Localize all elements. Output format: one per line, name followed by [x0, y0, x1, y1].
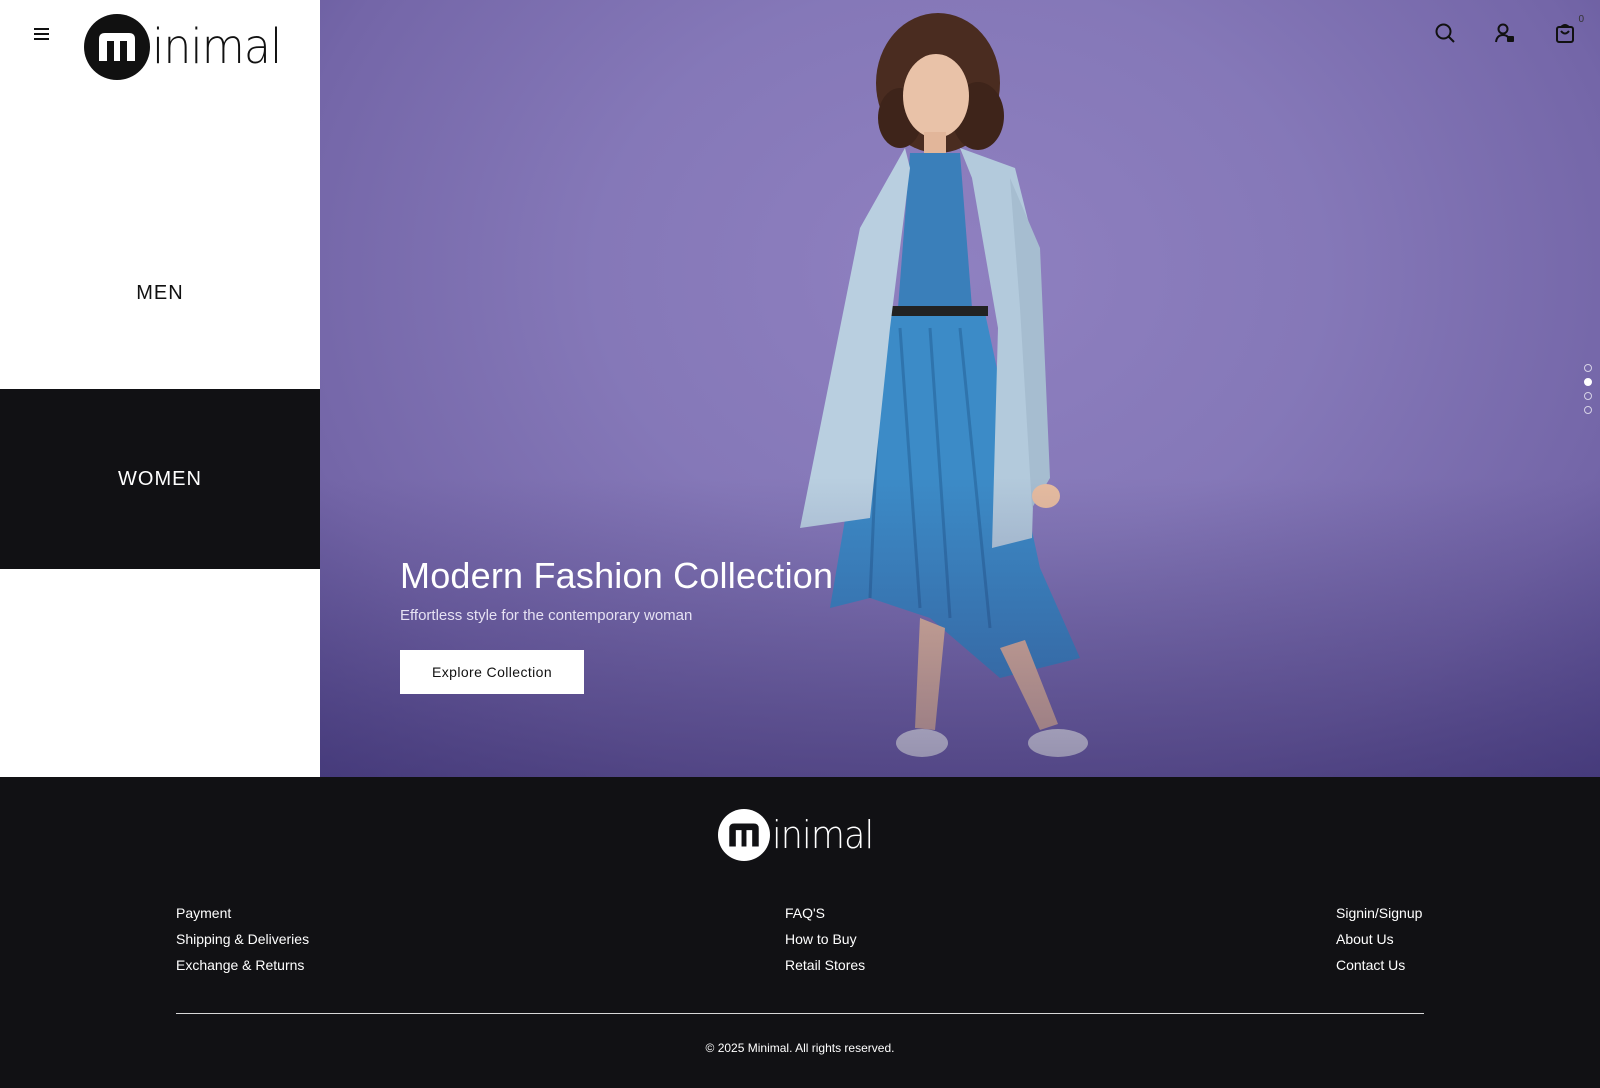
category-women[interactable]: WOMEN — [0, 389, 320, 569]
slider-dot[interactable] — [1584, 364, 1592, 372]
cart-count-badge: 0 — [1578, 14, 1584, 25]
footer-column-2: FAQ'S How to Buy Retail Stores — [785, 905, 865, 983]
footer-link-how-to-buy[interactable]: How to Buy — [785, 931, 865, 947]
hero-subtitle: Effortless style for the contemporary wo… — [400, 607, 693, 624]
footer-link-faqs[interactable]: FAQ'S — [785, 905, 865, 921]
cart-icon[interactable]: 0 — [1554, 14, 1584, 44]
footer-divider — [176, 1013, 1424, 1014]
footer-link-signin[interactable]: Signin/Signup — [1336, 905, 1422, 921]
logo-word: inimal — [152, 19, 282, 75]
logo-m-glyph — [99, 33, 135, 61]
category-men-label: MEN — [136, 281, 184, 304]
slider-dot-active[interactable] — [1584, 378, 1592, 386]
hero-banner: 0 Modern Fashion Collection Effortless s… — [320, 0, 1600, 777]
category-men[interactable]: MEN — [0, 198, 320, 388]
copyright-text: © 2025 Minimal. All rights reserved. — [705, 1041, 895, 1055]
footer-column-1: Payment Shipping & Deliveries Exchange &… — [176, 905, 309, 983]
footer-logo-word: inimal — [772, 813, 874, 857]
footer-column-3: Signin/Signup About Us Contact Us — [1336, 905, 1422, 983]
hero-text-block: Modern Fashion Collection Effortless sty… — [400, 555, 833, 694]
footer-link-retail-stores[interactable]: Retail Stores — [785, 957, 865, 973]
footer-link-contact[interactable]: Contact Us — [1336, 957, 1422, 973]
footer-link-about[interactable]: About Us — [1336, 931, 1422, 947]
header-icons: 0 — [1434, 14, 1584, 44]
category-women-label: WOMEN — [118, 467, 202, 490]
footer-link-payment[interactable]: Payment — [176, 905, 309, 921]
hero-title: Modern Fashion Collection — [400, 555, 834, 596]
search-icon[interactable] — [1434, 22, 1456, 44]
footer: inimal Payment Shipping & Deliveries Exc… — [0, 777, 1600, 1088]
slider-pagination — [1584, 364, 1592, 414]
slider-dot[interactable] — [1584, 406, 1592, 414]
footer-link-exchange[interactable]: Exchange & Returns — [176, 957, 309, 973]
slider-dot[interactable] — [1584, 392, 1592, 400]
explore-collection-button[interactable]: Explore Collection — [400, 650, 585, 694]
left-panel: inimal MEN WOMEN — [0, 0, 320, 777]
logo-mark — [84, 14, 150, 80]
user-icon[interactable] — [1494, 22, 1516, 44]
footer-link-shipping[interactable]: Shipping & Deliveries — [176, 931, 309, 947]
site-logo[interactable]: inimal — [84, 14, 293, 80]
hamburger-menu-icon[interactable] — [32, 26, 52, 42]
footer-logo[interactable]: inimal — [718, 809, 882, 861]
footer-logo-m-glyph — [729, 823, 759, 847]
footer-logo-mark — [718, 809, 770, 861]
